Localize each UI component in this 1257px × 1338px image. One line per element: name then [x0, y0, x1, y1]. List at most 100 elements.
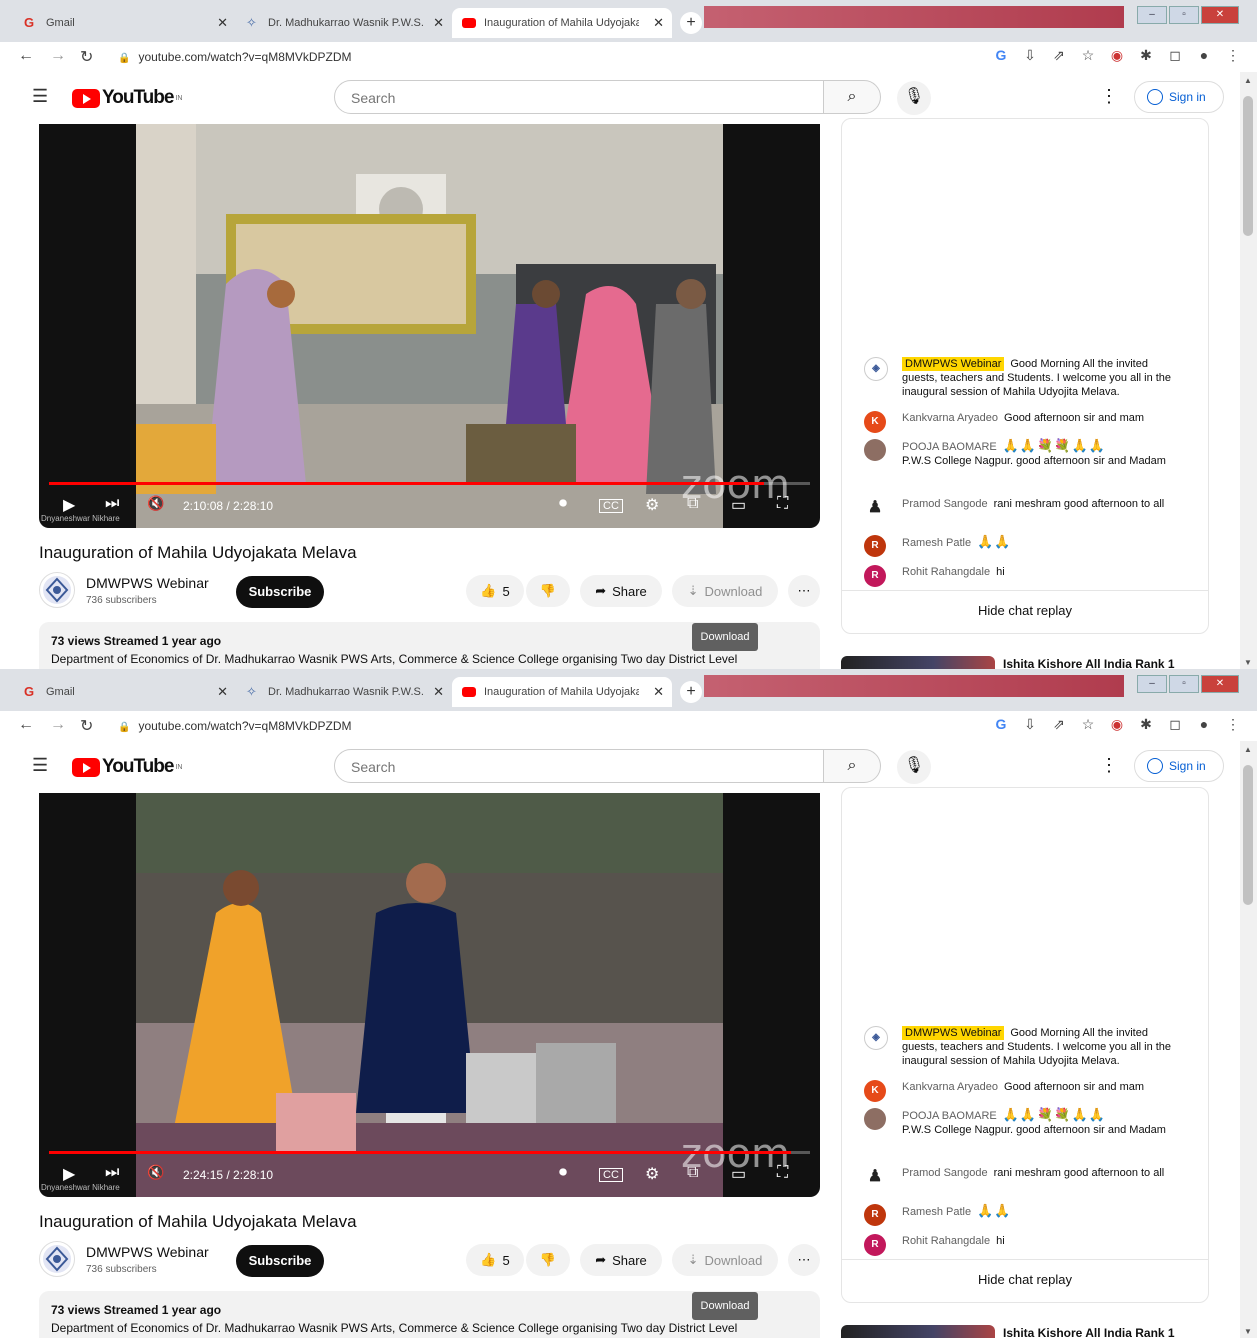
- maximize-button[interactable]: ▫: [1169, 675, 1199, 693]
- captions-icon[interactable]: CC: [599, 499, 623, 513]
- close-tab-icon[interactable]: ✕: [433, 684, 444, 700]
- page-scrollbar[interactable]: ▲ ▼: [1240, 741, 1257, 1338]
- scrollbar-thumb[interactable]: [1243, 765, 1253, 905]
- close-tab-icon[interactable]: ✕: [217, 684, 228, 700]
- youtube-logo[interactable]: YouTube IN: [72, 87, 182, 109]
- play-icon[interactable]: ▶: [63, 1164, 75, 1184]
- google-icon[interactable]: G: [993, 47, 1009, 64]
- next-icon[interactable]: ⏭: [105, 495, 119, 513]
- hamburger-menu-icon[interactable]: ☰: [32, 86, 48, 107]
- close-tab-icon[interactable]: ✕: [653, 15, 664, 31]
- page-scrollbar[interactable]: ▲ ▼: [1240, 72, 1257, 669]
- bookmark-star-icon[interactable]: ☆: [1080, 716, 1096, 733]
- extensions-icon[interactable]: ✱: [1138, 716, 1154, 733]
- like-button[interactable]: 👍 5: [466, 1244, 524, 1276]
- channel-name[interactable]: DMWPWS Webinar: [86, 575, 209, 591]
- reload-icon[interactable]: ↻: [80, 47, 93, 67]
- install-icon[interactable]: ⇩: [1022, 716, 1038, 733]
- new-tab-button[interactable]: +: [680, 12, 702, 34]
- mute-icon[interactable]: 🔇: [147, 495, 164, 512]
- settings-kebab-icon[interactable]: ⋮: [1100, 86, 1118, 107]
- sign-in-button[interactable]: Sign in: [1134, 750, 1224, 782]
- close-window-button[interactable]: ✕: [1201, 675, 1239, 693]
- back-icon[interactable]: ←: [18, 47, 34, 65]
- autoplay-toggle[interactable]: ⏺: [559, 495, 567, 513]
- tab-college[interactable]: ✧ Dr. Madhukarrao Wasnik P.W.S. ✕: [236, 8, 452, 38]
- miniplayer-icon[interactable]: ⧉: [687, 495, 698, 513]
- play-icon[interactable]: ▶: [63, 495, 75, 515]
- hamburger-menu-icon[interactable]: ☰: [32, 755, 48, 776]
- dislike-button[interactable]: 👎: [526, 1244, 570, 1276]
- download-button[interactable]: ⇣ Download: [672, 575, 778, 607]
- menu-kebab-icon[interactable]: ⋮: [1225, 716, 1241, 733]
- autoplay-toggle[interactable]: ⏺: [559, 1164, 567, 1182]
- channel-avatar[interactable]: [39, 1241, 75, 1277]
- hide-chat-replay-button[interactable]: Hide chat replay: [842, 1259, 1208, 1302]
- search-input[interactable]: [349, 758, 793, 776]
- maximize-button[interactable]: ▫: [1169, 6, 1199, 24]
- search-input[interactable]: [349, 89, 793, 107]
- mute-icon[interactable]: 🔇: [147, 1164, 164, 1181]
- forward-icon[interactable]: →: [50, 47, 66, 65]
- youtube-logo[interactable]: YouTube IN: [72, 756, 182, 778]
- share-page-icon[interactable]: ⇗: [1051, 47, 1067, 64]
- voice-search-button[interactable]: 🎙: [897, 750, 931, 784]
- search-button[interactable]: ⌕: [823, 749, 881, 783]
- fullscreen-icon[interactable]: ⛶: [777, 1164, 788, 1182]
- progress-bar[interactable]: [49, 1151, 810, 1154]
- scroll-up-icon[interactable]: ▲: [1244, 76, 1252, 85]
- close-tab-icon[interactable]: ✕: [433, 15, 444, 31]
- settings-gear-icon[interactable]: ⚙: [645, 1164, 659, 1184]
- tab-gmail[interactable]: G Gmail ✕: [14, 677, 236, 707]
- minimize-button[interactable]: –: [1137, 6, 1167, 24]
- profile-icon[interactable]: ●: [1196, 716, 1212, 733]
- google-icon[interactable]: G: [993, 716, 1009, 733]
- back-icon[interactable]: ←: [18, 716, 34, 734]
- miniplayer-icon[interactable]: ⧉: [687, 1164, 698, 1182]
- close-window-button[interactable]: ✕: [1201, 6, 1239, 24]
- tab-gmail[interactable]: G Gmail ✕: [14, 8, 236, 38]
- voice-search-button[interactable]: 🎙: [897, 81, 931, 115]
- video-player[interactable]: zoom ▶ ⏭ 🔇 2:24:15 / 2:28:10 ⏺ CC ⚙ ⧉ ▭ …: [39, 793, 820, 1197]
- subscribe-button[interactable]: Subscribe: [236, 576, 324, 608]
- scroll-down-icon[interactable]: ▼: [1244, 1327, 1252, 1336]
- extensions-icon[interactable]: ✱: [1138, 47, 1154, 64]
- new-tab-button[interactable]: +: [680, 681, 702, 703]
- sidepanel-icon[interactable]: ◻: [1167, 47, 1183, 64]
- more-actions-button[interactable]: ⋯: [788, 1244, 820, 1276]
- channel-avatar[interactable]: [39, 572, 75, 608]
- theater-mode-icon[interactable]: ▭: [731, 495, 746, 515]
- tab-college[interactable]: ✧ Dr. Madhukarrao Wasnik P.W.S. ✕: [236, 677, 452, 707]
- scrollbar-thumb[interactable]: [1243, 96, 1253, 236]
- progress-bar[interactable]: [49, 482, 810, 485]
- tab-youtube-active[interactable]: Inauguration of Mahila Udyojaka ✕: [452, 677, 672, 707]
- bookmark-star-icon[interactable]: ☆: [1080, 47, 1096, 64]
- profile-icon[interactable]: ●: [1196, 47, 1212, 64]
- url-field[interactable]: 🔒 youtube.com/watch?v=qM8MVkDPZDM: [118, 50, 352, 64]
- captions-icon[interactable]: CC: [599, 1168, 623, 1182]
- share-page-icon[interactable]: ⇗: [1051, 716, 1067, 733]
- settings-gear-icon[interactable]: ⚙: [645, 495, 659, 515]
- subscribe-button[interactable]: Subscribe: [236, 1245, 324, 1277]
- share-button[interactable]: ➦ Share: [580, 1244, 662, 1276]
- dislike-button[interactable]: 👎: [526, 575, 570, 607]
- recommended-video[interactable]: Ishita Kishore All India Rank 1: [841, 1323, 1221, 1338]
- tab-youtube-active[interactable]: Inauguration of Mahila Udyojaka ✕: [452, 8, 672, 38]
- fullscreen-icon[interactable]: ⛶: [777, 495, 788, 513]
- install-icon[interactable]: ⇩: [1022, 47, 1038, 64]
- screenshot-icon[interactable]: ◉: [1109, 47, 1125, 64]
- url-field[interactable]: 🔒 youtube.com/watch?v=qM8MVkDPZDM: [118, 719, 352, 733]
- hide-chat-replay-button[interactable]: Hide chat replay: [842, 590, 1208, 633]
- next-icon[interactable]: ⏭: [105, 1164, 119, 1182]
- search-button[interactable]: ⌕: [823, 80, 881, 114]
- share-button[interactable]: ➦ Share: [580, 575, 662, 607]
- sign-in-button[interactable]: Sign in: [1134, 81, 1224, 113]
- settings-kebab-icon[interactable]: ⋮: [1100, 755, 1118, 776]
- like-button[interactable]: 👍 5: [466, 575, 524, 607]
- sidepanel-icon[interactable]: ◻: [1167, 716, 1183, 733]
- theater-mode-icon[interactable]: ▭: [731, 1164, 746, 1184]
- close-tab-icon[interactable]: ✕: [217, 15, 228, 31]
- scroll-up-icon[interactable]: ▲: [1244, 745, 1252, 754]
- reload-icon[interactable]: ↻: [80, 716, 93, 736]
- close-tab-icon[interactable]: ✕: [653, 684, 664, 700]
